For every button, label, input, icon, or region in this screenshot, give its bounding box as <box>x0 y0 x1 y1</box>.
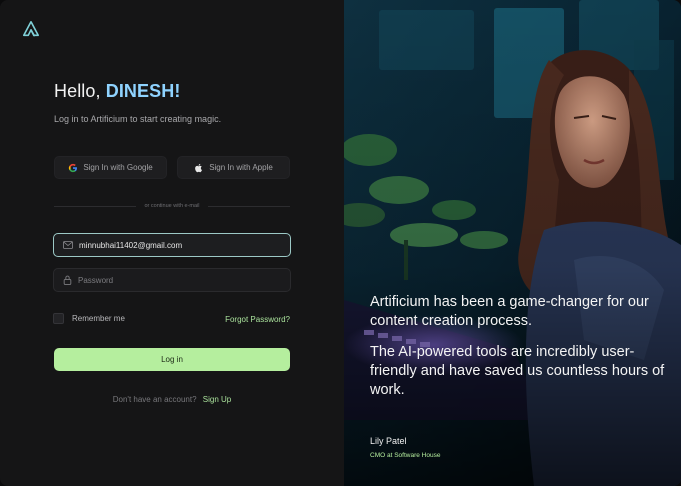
divider: or continue with e-mail <box>54 200 290 212</box>
signup-link[interactable]: Sign Up <box>203 395 231 404</box>
testimonial-quote: Artificium has been a game-changer for o… <box>370 293 670 412</box>
password-input[interactable] <box>78 275 278 285</box>
google-signin-label: Sign In with Google <box>83 163 153 172</box>
password-field[interactable] <box>53 268 291 292</box>
remember-me-checkbox[interactable] <box>53 313 64 324</box>
apple-icon <box>195 163 203 172</box>
artificium-logo-icon[interactable] <box>22 20 40 38</box>
greeting-heading: Hello, DINESH! <box>54 81 180 102</box>
greeting-prefix: Hello, <box>54 81 101 101</box>
divider-line-left <box>54 205 137 207</box>
divider-text: or continue with e-mail <box>144 203 200 209</box>
testimonial-paragraph-2: The AI-powered tools are incredibly user… <box>370 344 665 398</box>
lock-icon <box>63 275 72 285</box>
remember-me-label: Remember me <box>72 314 125 323</box>
remember-me[interactable]: Remember me <box>53 313 125 324</box>
login-subtitle: Log in to Artificium to start creating m… <box>54 114 222 124</box>
forgot-password-link[interactable]: Forgot Password? <box>225 315 290 324</box>
google-icon <box>69 163 78 172</box>
email-field[interactable] <box>53 233 291 257</box>
divider-line-right <box>207 205 290 207</box>
apple-signin-label: Sign In with Apple <box>209 163 273 172</box>
testimonial-role: CMO at Software House <box>370 452 441 459</box>
login-window: Hello, DINESH! Log in to Artificium to s… <box>0 0 681 486</box>
mail-icon <box>63 241 73 249</box>
testimonial-author: Lily Patel <box>370 436 407 446</box>
login-panel: Hello, DINESH! Log in to Artificium to s… <box>0 0 344 486</box>
testimonial-paragraph-1: Artificium has been a game-changer for o… <box>370 294 649 329</box>
greeting-name: DINESH! <box>105 81 181 101</box>
hero-photo <box>344 0 681 486</box>
signup-prompt: Don't have an account? <box>112 395 197 404</box>
google-signin-button[interactable]: Sign In with Google <box>54 156 167 179</box>
email-input[interactable] <box>79 240 279 250</box>
signup-row: Don't have an account? Sign Up <box>54 395 290 404</box>
testimonial-panel: Artificium has been a game-changer for o… <box>344 0 681 486</box>
login-button[interactable]: Log in <box>54 348 290 371</box>
apple-signin-button[interactable]: Sign In with Apple <box>177 156 290 179</box>
